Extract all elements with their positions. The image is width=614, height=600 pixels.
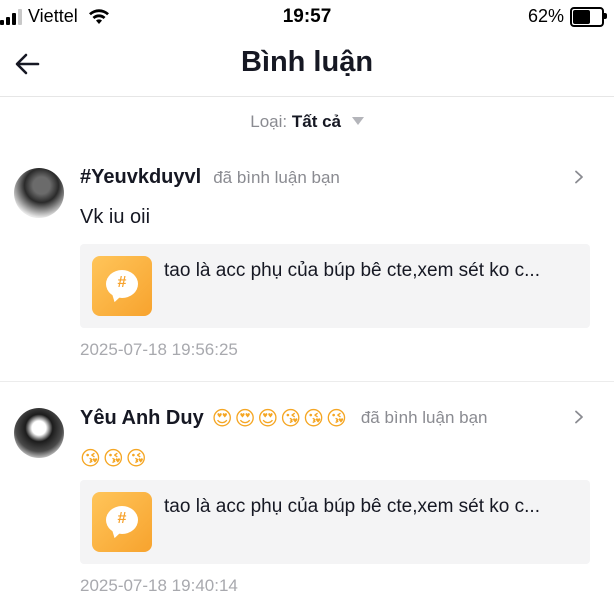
username[interactable]: #Yeuvkduyvl [80, 166, 201, 189]
divider [0, 381, 614, 382]
avatar[interactable] [14, 408, 64, 458]
username[interactable]: Yêu Anh Duy [80, 407, 204, 430]
comment-text: Vk iu oii [80, 206, 151, 228]
video-card[interactable]: # tao là acc phụ của búp bê cte,xem sét … [80, 480, 590, 564]
bubble-hash: # [117, 274, 127, 291]
comment-action: đã bình luận bạn [360, 408, 488, 427]
filter-dropdown[interactable]: Loại: Tất cả [0, 112, 614, 132]
chat-bubble-icon: # [106, 506, 138, 534]
status-right: 62% [527, 6, 607, 27]
status-bar: Viettel 19:57 62% [0, 0, 614, 34]
caret-down-icon [351, 116, 364, 125]
filter-value: Tất cả [291, 112, 341, 131]
chevron-right-icon[interactable] [572, 410, 586, 424]
comment-text: 😘😘😘 [80, 446, 149, 470]
comment-header: #Yeuvkduyvl đã bình luận bạn [80, 166, 340, 189]
filter-label: Loại: [250, 112, 288, 131]
hashtag-thumbnail: # [92, 492, 152, 552]
page-title: Bình luận [240, 46, 374, 78]
status-time: 19:57 [282, 6, 332, 27]
hashtag-thumbnail: # [92, 256, 152, 316]
header-bar: Bình luận [0, 34, 614, 97]
username-emoji: 😍😍😍😘😘😘 [211, 406, 349, 430]
chevron-right-icon[interactable] [572, 170, 586, 184]
comment-timestamp: 2025-07-18 19:40:14 [80, 576, 238, 595]
battery-icon [570, 6, 607, 27]
avatar[interactable] [14, 168, 64, 218]
card-caption: tao là acc phụ của búp bê cte,xem sét ko… [164, 496, 540, 517]
comment-header: Yêu Anh Duy 😍😍😍😘😘😘 đã bình luận bạn [80, 406, 488, 430]
bubble-hash: # [117, 510, 127, 527]
comment-action: đã bình luận bạn [213, 167, 340, 187]
chat-bubble-icon: # [106, 270, 138, 298]
video-card[interactable]: # tao là acc phụ của búp bê cte,xem sét … [80, 244, 590, 328]
card-caption: tao là acc phụ của búp bê cte,xem sét ko… [164, 260, 540, 281]
comment-timestamp: 2025-07-18 19:56:25 [80, 340, 238, 359]
battery-percent: 62% [527, 6, 564, 26]
